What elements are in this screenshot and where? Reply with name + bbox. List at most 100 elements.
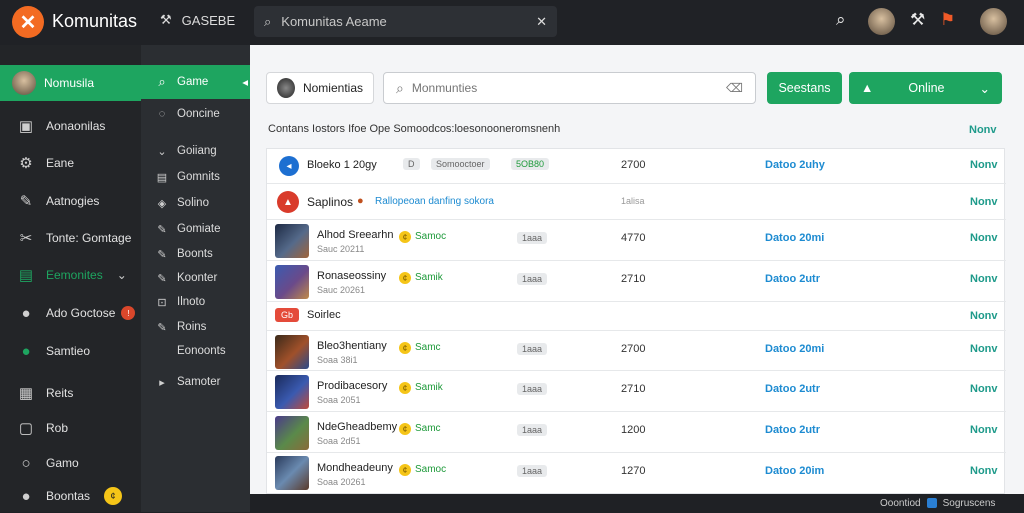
row-subtitle: Soaa 20261 xyxy=(317,477,366,487)
sub-nav-item[interactable]: ◌ Ooncine xyxy=(141,102,250,126)
sub-nav-item[interactable]: Eonoonts xyxy=(141,339,250,363)
left-nav-item[interactable]: ▢ Rob xyxy=(0,411,141,445)
row-number: 1270 xyxy=(621,465,646,477)
row-link[interactable]: Rallopeoan danfing sokora xyxy=(375,196,494,207)
list-item[interactable]: ◂ Bloeko 1 20gy D Somooctoer 5OB80 2700 … xyxy=(267,149,1006,184)
chevron-down-icon: ⌄ xyxy=(116,268,127,282)
row-more-link[interactable]: Nonv xyxy=(970,383,998,395)
row-more-link[interactable]: Nonv xyxy=(970,343,998,355)
left-nav-label: Boontas xyxy=(46,489,91,503)
list-item[interactable]: Prodibacesory Soaa 2051 ¢ Samik 1aaa 271… xyxy=(267,371,1006,412)
left-nav-item[interactable]: ▤ Eemonites ⌄ xyxy=(0,258,141,292)
left-nav-item[interactable]: ✂ Tonte: Gomtage xyxy=(0,221,141,255)
sub-nav-item[interactable]: ⌄ Goiiang xyxy=(141,139,250,163)
list-item[interactable]: Ronaseossiny Sauc 20261 ¢ Samik 1aaa 271… xyxy=(267,261,1006,302)
sub-nav-item[interactable]: ▸ Samoter xyxy=(141,370,250,394)
left-nav-label: Rob xyxy=(46,421,69,435)
left-nav-item[interactable]: ● Boontas ¢ xyxy=(0,479,141,513)
row-subtitle: Sauc 20261 xyxy=(317,285,366,295)
list-item[interactable]: NdeGheadbemy Soaa 2d51 ¢ Samc 1aaa 1200 … xyxy=(267,412,1006,453)
main-search-input[interactable] xyxy=(411,81,719,95)
alert-badge: ! xyxy=(121,306,136,320)
online-button[interactable]: ▲ Online ⌄ xyxy=(849,72,1002,104)
box-icon: ▢ xyxy=(18,420,34,437)
row-tag: Samik xyxy=(415,272,443,283)
sub-nav-item[interactable]: ◈ Solino xyxy=(141,191,250,215)
gear-icon: ⚙ xyxy=(19,155,33,172)
sub-nav-label: Samoter xyxy=(177,376,221,388)
top-search-placeholder: Komunitas Aeame xyxy=(281,14,387,29)
user-icon: ● xyxy=(21,487,31,505)
status-left: Ooontiod xyxy=(880,497,921,509)
search-icon: ⌕ xyxy=(158,74,166,89)
sub-nav-item[interactable]: ✎ Roins xyxy=(141,315,250,339)
left-nav-label: Samtieo xyxy=(46,344,91,358)
left-nav-label: Eane xyxy=(46,156,75,170)
list-item[interactable]: Mondheadeuny Soaa 20261 ¢ Samoc 1aaa 127… xyxy=(267,453,1006,493)
left-nav-label: Aonaonilas xyxy=(46,119,106,133)
coin-icon: ¢ xyxy=(399,231,411,243)
status-icon xyxy=(926,498,937,508)
clear-icon[interactable]: ⌫ xyxy=(726,81,743,95)
left-nav-item[interactable]: ● Ado Goctose! xyxy=(0,296,141,330)
avatar[interactable] xyxy=(868,8,895,35)
row-more-link[interactable]: Nonv xyxy=(970,273,998,285)
sub-nav-item[interactable]: ⊡ Ilnoto xyxy=(141,290,250,314)
left-nav-item[interactable]: ✎ Aatnogies xyxy=(0,184,141,218)
left-nav-item[interactable]: ○ Gamo xyxy=(0,446,141,480)
shield-icon: ◈ xyxy=(157,197,167,210)
hammer-icon: ⚒ xyxy=(160,12,172,27)
list-item[interactable]: ▲ Saplinos ● Rallopeoan danfing sokora 1… xyxy=(267,184,1006,220)
top-nav[interactable]: ⚒ GASEBE xyxy=(160,12,235,28)
list-item[interactable]: Gb Soirlec Nonv xyxy=(267,302,1006,330)
top-search[interactable]: ⌕ Komunitas Aeame ✕ xyxy=(254,6,557,37)
sub-nav-item-active[interactable]: ⌕ Game ◂ xyxy=(141,65,250,99)
left-nav-label: Aatnogies xyxy=(46,194,100,208)
top-bar: ✕ Komunitas ⚒ GASEBE ⌕ Komunitas Aeame ✕… xyxy=(0,0,1024,45)
profile-button[interactable]: Nomientias xyxy=(266,72,374,104)
row-number: 2710 xyxy=(621,273,646,285)
close-icon[interactable]: ✕ xyxy=(536,14,547,30)
sub-nav-item[interactable]: ✎ Gomiate xyxy=(141,217,250,241)
sub-nav-item[interactable]: ✎ Koonter xyxy=(141,266,250,290)
row-number: 1200 xyxy=(621,424,646,436)
row-more-link[interactable]: Nonv xyxy=(970,465,998,477)
coin-badge: ¢ xyxy=(104,487,123,505)
wrench-icon: ✂ xyxy=(19,230,33,247)
row-title: Alhod Sreearhn xyxy=(317,229,394,241)
status-right: Sogruscens xyxy=(942,497,996,509)
row-number: 1alisa xyxy=(621,196,645,206)
top-nav-label: GASEBE xyxy=(181,12,236,28)
main-search[interactable]: ⌕ ⌫ xyxy=(383,72,756,104)
row-more-link[interactable]: Nonv xyxy=(970,196,998,208)
app-logo[interactable]: ✕ xyxy=(12,6,44,38)
list-item[interactable]: Bleo3hentiany Soaa 38i1 ¢ Samc 1aaa 2700… xyxy=(267,330,1006,371)
row-tag: Samc xyxy=(415,423,441,434)
left-nav-item[interactable]: ▦ Reits xyxy=(0,376,141,410)
list-item[interactable]: Alhod Sreearhn Sauc 20211 ¢ Samoc 1aaa 4… xyxy=(267,220,1006,261)
left-nav-item[interactable]: ● Samtieo xyxy=(0,334,141,368)
left-nav-profile[interactable]: Nomusila xyxy=(0,65,141,101)
left-nav-label: Reits xyxy=(46,386,74,400)
sub-nav-item[interactable]: ▤ Gomnits xyxy=(141,165,250,189)
row-more-link[interactable]: Nonv xyxy=(970,232,998,244)
row-pill: 1aaa xyxy=(517,424,548,436)
left-nav-item[interactable]: ⚙ Eane xyxy=(0,146,141,180)
status-bar: Ooontiod Sogruscens xyxy=(880,494,1024,512)
sub-nav-item[interactable]: ✎ Boonts xyxy=(141,242,250,266)
user-avatar[interactable] xyxy=(980,8,1007,35)
chat-icon: ◌ xyxy=(158,108,166,120)
row-more-link[interactable]: Nonv xyxy=(970,424,998,436)
notification-icon[interactable]: ⚑ xyxy=(940,10,955,30)
brand-title: Komunitas xyxy=(52,11,138,31)
row-more-link[interactable]: Nonv xyxy=(970,310,998,322)
left-nav-item[interactable]: ▣ Aonaonilas xyxy=(0,109,141,143)
row-title: NdeGheadbemy xyxy=(317,421,398,433)
avatar xyxy=(277,78,295,98)
sub-nav-label: Roins xyxy=(177,321,207,333)
hammer-icon[interactable]: ⚒ xyxy=(910,10,925,30)
header-more-link[interactable]: Nonv xyxy=(969,124,997,136)
search-icon[interactable]: ⌕ xyxy=(836,10,846,30)
row-more-link[interactable]: Nonv xyxy=(970,159,998,171)
sessions-button[interactable]: Seestans xyxy=(767,72,842,104)
